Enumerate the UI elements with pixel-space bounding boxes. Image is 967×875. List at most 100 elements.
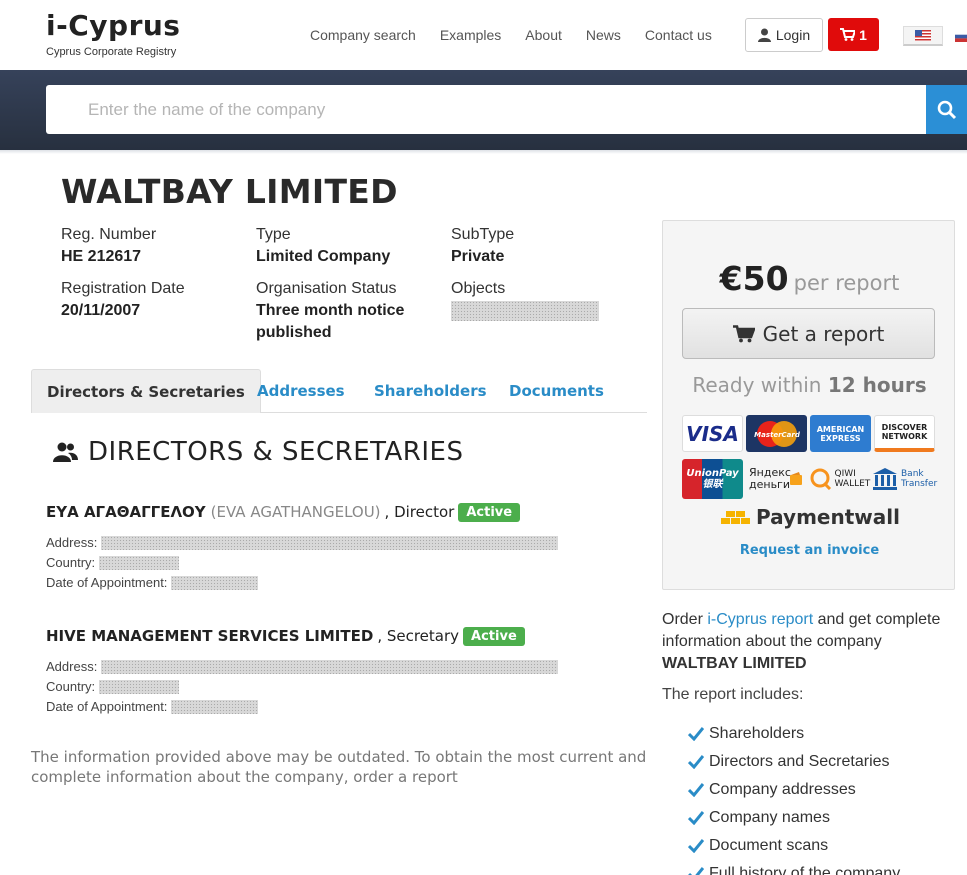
cart-button[interactable]: 1 — [828, 18, 879, 51]
list-item-label: Directors and Secretaries — [709, 753, 890, 770]
status-badge: Active — [463, 626, 525, 646]
list-item: Shareholders — [688, 720, 900, 748]
country-label: Country: — [46, 679, 96, 694]
person-name: ΕΥΑ ΑΓΑΘΑΓΓΕΛΟΥ — [46, 503, 206, 521]
search-band — [0, 70, 967, 150]
list-item-label: Document scans — [709, 837, 829, 854]
reg-number-field: Reg. Number HE 212617 — [61, 224, 156, 268]
check-icon — [688, 811, 704, 825]
get-report-label: Get a report — [762, 321, 885, 346]
appointment-label: Date of Appointment: — [46, 699, 168, 714]
appointment-label: Date of Appointment: — [46, 575, 168, 590]
reg-date-label: Registration Date — [61, 280, 185, 297]
check-icon — [688, 839, 704, 853]
paymentwall-logo: Paymentwall — [718, 502, 903, 532]
address-hidden-value — [101, 536, 559, 550]
person-heading: HIVE MANAGEMENT SERVICES LIMITED , Secre… — [46, 625, 558, 647]
login-button[interactable]: Login — [745, 18, 823, 52]
person-address-row: Address: — [46, 657, 559, 677]
users-icon — [53, 442, 78, 462]
objects-field: Objects — [451, 278, 599, 328]
subtype-field: SubType Private — [451, 224, 514, 268]
status-field: Organisation Status Three month notice p… — [256, 278, 404, 344]
price-per-report: per report — [793, 271, 900, 295]
type-field: Type Limited Company — [256, 224, 390, 268]
country-label: Country: — [46, 555, 96, 570]
price-amount: €50 — [719, 259, 789, 298]
nav-news[interactable]: News — [586, 27, 621, 43]
reg-date-value: 20/11/2007 — [61, 302, 141, 319]
list-item: Directors and Secretaries — [688, 748, 900, 776]
person-card: HIVE MANAGEMENT SERVICES LIMITED , Secre… — [46, 625, 559, 717]
list-item: Company names — [688, 804, 900, 832]
person-appointment-row: Date of Appointment: — [46, 697, 558, 717]
objects-label: Objects — [451, 280, 506, 297]
person-country-row: Country: — [46, 677, 558, 697]
qiwi-text: QIWI WALLET — [834, 469, 871, 489]
tab-addresses[interactable]: Addresses — [257, 369, 345, 413]
i-cyprus-report-link[interactable]: i-Cyprus report — [707, 611, 813, 628]
order-prefix: Order — [662, 611, 703, 628]
info-company-name: WALTBAY LIMITED — [662, 655, 807, 672]
check-icon — [688, 783, 704, 797]
bank-transfer-text: Bank Transfer — [901, 469, 938, 489]
cart-icon — [840, 28, 856, 41]
section-title: DIRECTORS & SECRETARIES — [53, 437, 463, 467]
tab-bar: Directors & Secretaries Addresses Shareh… — [31, 369, 647, 413]
logo-subtitle: Cyprus Corporate Registry — [46, 46, 177, 58]
request-invoice-link[interactable]: Request an invoice — [663, 543, 956, 558]
bank-transfer-logo: Bank Transfer — [873, 459, 937, 499]
person-card: ΕΥΑ ΑΓΑΘΑΓΓΕΛΟΥ (EVA AGATHANGELOU) , Dir… — [46, 501, 559, 593]
objects-hidden-value — [451, 301, 599, 321]
person-latin-name: (EVA AGATHANGELOU) — [210, 503, 381, 521]
unionpay-logo: UnionPay 银联 — [682, 459, 743, 499]
language-en[interactable] — [903, 26, 943, 46]
status-label: Organisation Status — [256, 280, 397, 297]
bank-icon — [873, 468, 897, 490]
order-info: Order i-Cyprus report and get complete i… — [662, 609, 962, 675]
section-title-text: DIRECTORS & SECRETARIES — [88, 437, 464, 467]
tab-documents[interactable]: Documents — [509, 369, 604, 413]
reg-date-field: Registration Date 20/11/2007 — [61, 278, 185, 322]
list-item-label: Full history of the company — [709, 865, 901, 875]
type-label: Type — [256, 226, 291, 243]
language-ru[interactable] — [955, 26, 967, 46]
nav-about[interactable]: About — [525, 27, 562, 43]
visa-logo: VISA — [682, 415, 743, 452]
address-label: Address: — [46, 659, 98, 674]
status-value-line2: published — [256, 324, 332, 341]
logo-title: i-Cyprus — [46, 9, 181, 42]
search-icon — [937, 100, 956, 119]
ready-hours: 12 hours — [827, 373, 927, 397]
logo[interactable]: i-Cyprus Cyprus Corporate Registry — [46, 10, 180, 59]
tab-shareholders[interactable]: Shareholders — [374, 369, 487, 413]
nav-examples[interactable]: Examples — [440, 27, 501, 43]
subtype-value: Private — [451, 248, 505, 265]
reg-number-value: HE 212617 — [61, 248, 142, 265]
person-heading: ΕΥΑ ΑΓΑΘΑΓΓΕΛΟΥ (EVA AGATHANGELOU) , Dir… — [46, 501, 558, 523]
person-role: , Secretary — [377, 627, 460, 645]
us-flag-icon — [915, 30, 931, 41]
paymentwall-text: Paymentwall — [756, 505, 900, 529]
price: €50 per report — [663, 259, 956, 298]
yandex-wallet-icon — [790, 472, 802, 485]
mastercard-text: MasterCard — [754, 431, 801, 439]
check-icon — [688, 727, 704, 741]
company-search-input[interactable] — [46, 85, 926, 134]
get-report-button[interactable]: Get a report — [682, 308, 935, 359]
cart-icon — [732, 324, 755, 342]
band-shadow — [0, 150, 967, 154]
nav-contact-us[interactable]: Contact us — [645, 27, 712, 43]
main-nav: Company search Examples About News Conta… — [310, 27, 736, 43]
report-includes-list: Shareholders Directors and Secretaries C… — [688, 720, 900, 875]
address-hidden-value — [101, 660, 559, 674]
ready-time: Ready within 12 hours — [663, 373, 956, 397]
search-button[interactable] — [926, 85, 967, 134]
report-includes-label: The report includes: — [662, 686, 804, 703]
user-icon — [757, 28, 771, 42]
ready-prefix: Ready within — [692, 373, 822, 397]
nav-company-search[interactable]: Company search — [310, 27, 416, 43]
mastercard-circles-icon: MasterCard — [754, 420, 801, 447]
list-item: Company addresses — [688, 776, 900, 804]
tab-directors-secretaries[interactable]: Directors & Secretaries — [31, 369, 261, 413]
